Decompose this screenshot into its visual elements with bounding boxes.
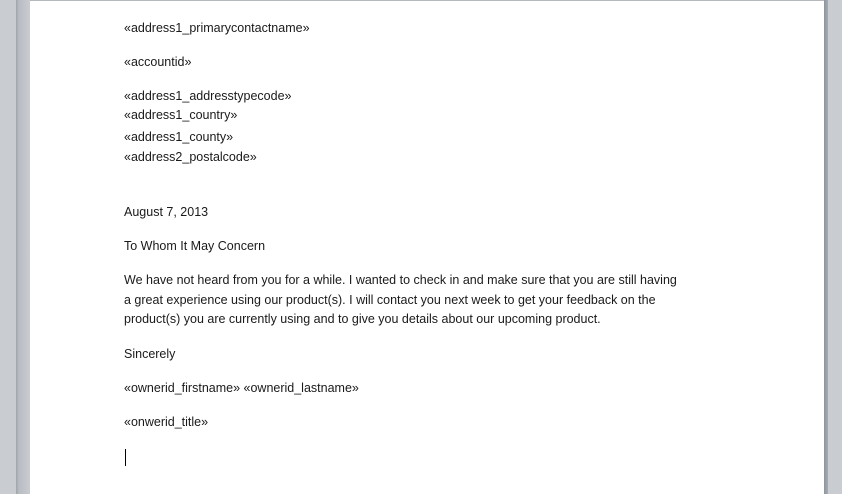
text-cursor bbox=[125, 449, 126, 466]
letter-date: August 7, 2013 bbox=[124, 205, 209, 219]
merge-field-address-line: «address1_country» bbox=[124, 108, 238, 122]
letter-body-line: We have not heard from you for a while. … bbox=[124, 273, 677, 287]
merge-field-primary-contact: «address1_primarycontactname» bbox=[124, 21, 310, 35]
merge-field-address-line: «address1_county» bbox=[124, 130, 234, 144]
signature-title: «onwerid_title» bbox=[124, 415, 209, 429]
letter-body: We have not heard from you for a while. … bbox=[124, 271, 744, 330]
merge-field-address-line: «address2_postalcode» bbox=[124, 150, 257, 164]
left-gutter bbox=[0, 0, 16, 494]
signature-name: «ownerid_firstname» «ownerid_lastname» bbox=[124, 381, 359, 395]
letter-closing: Sincerely bbox=[124, 347, 176, 361]
document-window: «address1_primarycontactname» «accountid… bbox=[0, 0, 842, 494]
left-page-shadow bbox=[16, 0, 30, 494]
right-gutter bbox=[828, 0, 842, 494]
letter-salutation: To Whom It May Concern bbox=[124, 239, 266, 253]
merge-field-account-id: «accountid» bbox=[124, 55, 192, 69]
letter-body-line: product(s) you are currently using and t… bbox=[124, 312, 601, 326]
letter-body-line: a great experience using our product(s).… bbox=[124, 292, 656, 307]
merge-field-address-line: «address1_addresstypecode» bbox=[124, 89, 292, 103]
